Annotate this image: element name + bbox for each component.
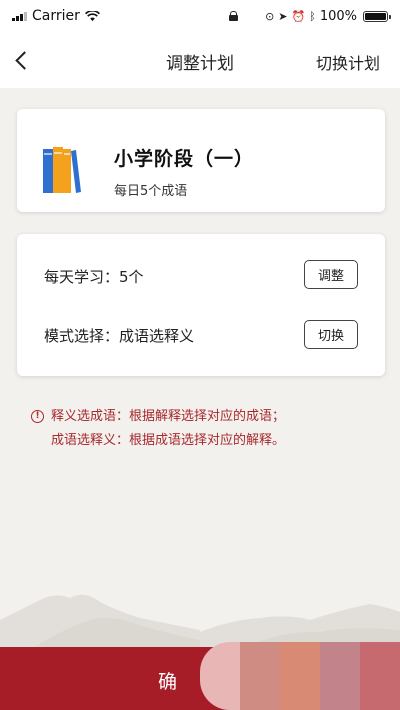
status-bar: Carrier ⊙ ➤ ⏰ ᛒ 100%: [0, 0, 400, 32]
wifi-icon: [84, 10, 100, 21]
plan-card[interactable]: 小学阶段（一） 每日5个成语: [17, 109, 385, 212]
plan-name: 小学阶段（一）: [114, 148, 255, 170]
daily-study-label: 每天学习：5个: [44, 268, 144, 286]
books-icon: [43, 147, 81, 193]
rotation-lock-icon: ⊙: [265, 9, 275, 23]
lock-icon: [229, 11, 239, 21]
redacted-overlay: [200, 642, 400, 710]
mountains-illustration: [0, 594, 400, 650]
plan-subtitle: 每日5个成语: [114, 184, 188, 199]
note-line: 成语选释义：根据成语选择对应的解释。: [51, 433, 286, 448]
mode-select-label: 模式选择：成语选释义: [44, 327, 195, 345]
alarm-icon: ⏰: [291, 9, 306, 23]
nav-bar: 调整计划 切换计划: [0, 32, 400, 88]
back-icon[interactable]: [14, 50, 34, 70]
settings-card: 每天学习：5个 调整 模式选择：成语选释义 切换: [17, 234, 385, 376]
battery-percent: 100%: [319, 8, 357, 24]
bluetooth-icon: ᛒ: [309, 9, 316, 23]
confirm-label: 确: [158, 671, 180, 693]
info-icon: !: [31, 410, 44, 423]
location-icon: ➤: [278, 9, 288, 23]
carrier-label: Carrier: [32, 8, 80, 24]
battery-icon: [363, 10, 391, 22]
signal-icon: [12, 11, 27, 21]
switch-plan-button[interactable]: 切换计划: [316, 32, 380, 96]
adjust-button[interactable]: 调整: [304, 260, 358, 289]
note-line: 释义选成语：根据解释选择对应的成语；: [51, 409, 286, 424]
switch-mode-button[interactable]: 切换: [304, 320, 358, 349]
